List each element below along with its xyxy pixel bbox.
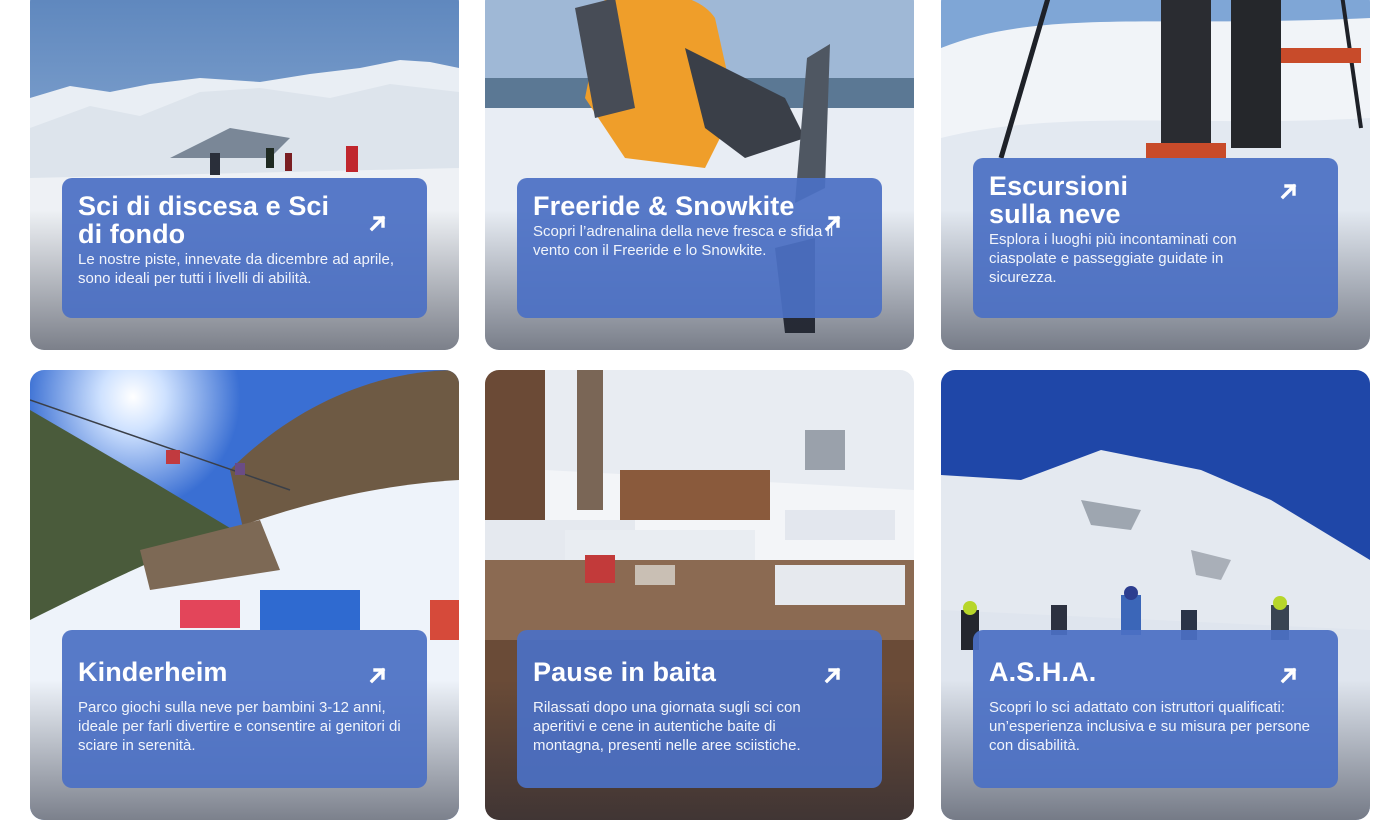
card-description: Scopri l’adrenalina della neve fresca e … <box>533 223 834 259</box>
arrow-up-right-icon <box>820 210 846 236</box>
card-sci-discesa-fondo[interactable]: Sci di discesa e Sci di fondo Le nostre … <box>30 0 459 350</box>
card-kinderheim[interactable]: Kinderheim Parco giochi sulla neve per b… <box>30 370 459 820</box>
arrow-up-right-icon <box>1276 662 1302 688</box>
arrow-up-right-icon <box>365 210 391 236</box>
card-panel: Kinderheim Parco giochi sulla neve per b… <box>62 630 427 788</box>
card-asha[interactable]: A.S.H.A. Scopri lo sci adattato con istr… <box>941 370 1370 820</box>
card-description: Scopri lo sci adattato con istruttori qu… <box>989 699 1311 754</box>
card-title: Kinderheim <box>78 657 228 687</box>
card-title: Sci di discesa e Sci di fondo <box>78 191 330 249</box>
card-panel: A.S.H.A. Scopri lo sci adattato con istr… <box>973 630 1338 788</box>
card-panel: Pause in baita Rilassati dopo una giorna… <box>517 630 882 788</box>
card-title: Escursioni sulla neve <box>989 171 1129 229</box>
card-description: Esplora i luoghi più incontaminati con c… <box>989 231 1237 286</box>
arrow-up-right-icon <box>1276 178 1302 204</box>
card-description: Parco giochi sulla neve per bambini 3-12… <box>78 699 401 754</box>
card-description: Rilassati dopo una giornata sugli sci co… <box>533 699 801 754</box>
card-freeride-snowkite[interactable]: Freeride & Snowkite Scopri l’adrenalina … <box>485 0 914 350</box>
card-panel: Escursioni sulla neve Esplora i luoghi p… <box>973 158 1338 318</box>
card-description: Le nostre piste, innevate da dicembre ad… <box>78 251 395 287</box>
activity-cards-grid: Sci di discesa e Sci di fondo Le nostre … <box>0 0 1400 820</box>
arrow-up-right-icon <box>820 662 846 688</box>
card-escursioni-neve[interactable]: Escursioni sulla neve Esplora i luoghi p… <box>941 0 1370 350</box>
card-title: Pause in baita <box>533 657 716 687</box>
card-title: A.S.H.A. <box>989 657 1097 687</box>
card-panel: Sci di discesa e Sci di fondo Le nostre … <box>62 178 427 318</box>
arrow-up-right-icon <box>365 662 391 688</box>
card-pause-in-baita[interactable]: Pause in baita Rilassati dopo una giorna… <box>485 370 914 820</box>
card-title: Freeride & Snowkite <box>533 191 795 221</box>
card-panel: Freeride & Snowkite Scopri l’adrenalina … <box>517 178 882 318</box>
